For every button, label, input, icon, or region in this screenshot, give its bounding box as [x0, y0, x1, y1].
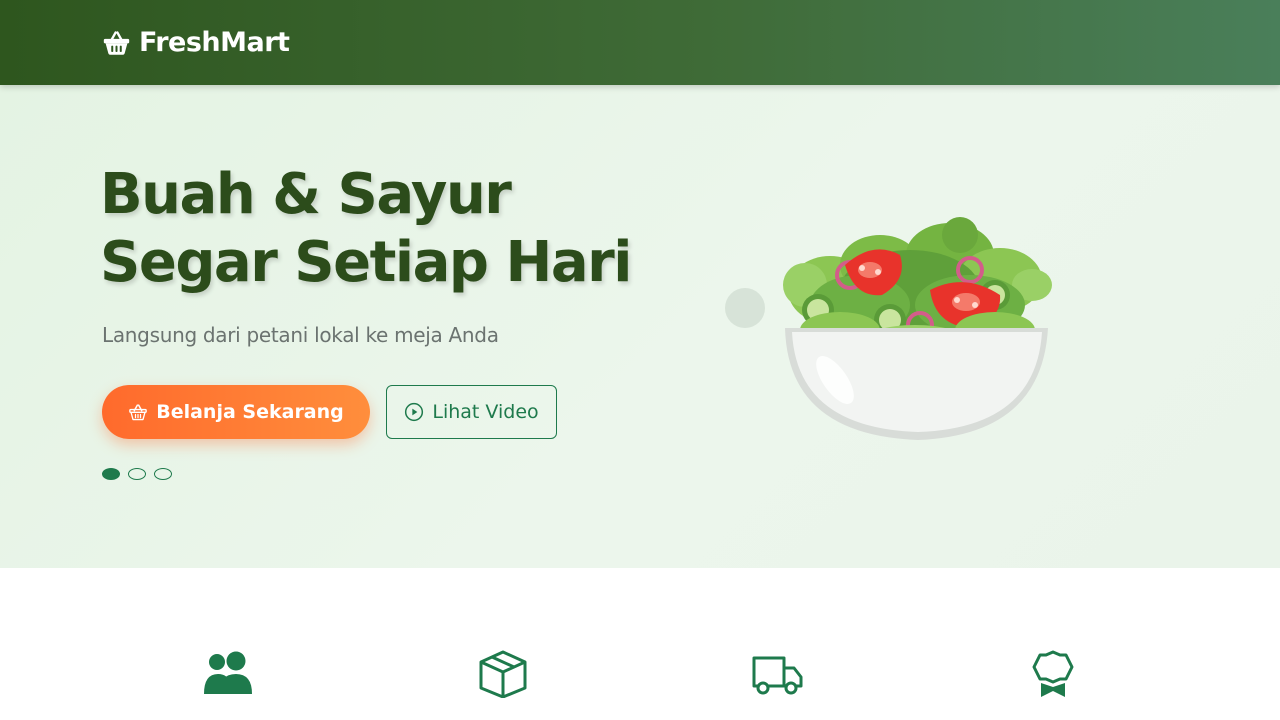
shop-now-label: Belanja Sekarang: [156, 401, 344, 423]
brand-logo-link[interactable]: FreshMart: [102, 24, 290, 60]
carousel-dot-2[interactable]: [128, 468, 146, 480]
basket-icon: [103, 30, 130, 55]
carousel-dot-1[interactable]: [102, 468, 120, 480]
site-header: FreshMart: [0, 0, 1280, 85]
users-icon: [204, 651, 252, 694]
salad-bowl-illustration: [783, 217, 1052, 440]
basket-icon: [129, 404, 148, 421]
carousel-dot-3[interactable]: [154, 468, 172, 480]
features-section: [0, 568, 1280, 720]
shop-now-button[interactable]: Belanja Sekarang: [102, 385, 370, 439]
hero-subtitle: Langsung dari petani lokal ke meja Anda: [102, 323, 499, 347]
box-icon: [479, 650, 527, 698]
hero-title-line-2: Segar Setiap Hari: [100, 230, 632, 295]
watch-video-button[interactable]: Lihat Video: [386, 385, 557, 439]
carousel-indicators: [102, 468, 172, 480]
truck-icon: [752, 656, 803, 695]
hero-title: Buah & Sayur Segar Setiap Hari: [100, 161, 660, 297]
play-circle-icon: [405, 402, 424, 422]
award-icon: [1032, 650, 1074, 697]
brand-name: FreshMart: [139, 26, 290, 58]
hero-section: Buah & Sayur Segar Setiap Hari Langsung …: [0, 85, 1280, 568]
watch-video-label: Lihat Video: [432, 401, 539, 423]
decorative-bubble: [725, 288, 765, 328]
hero-title-line-1: Buah & Sayur: [100, 162, 512, 227]
